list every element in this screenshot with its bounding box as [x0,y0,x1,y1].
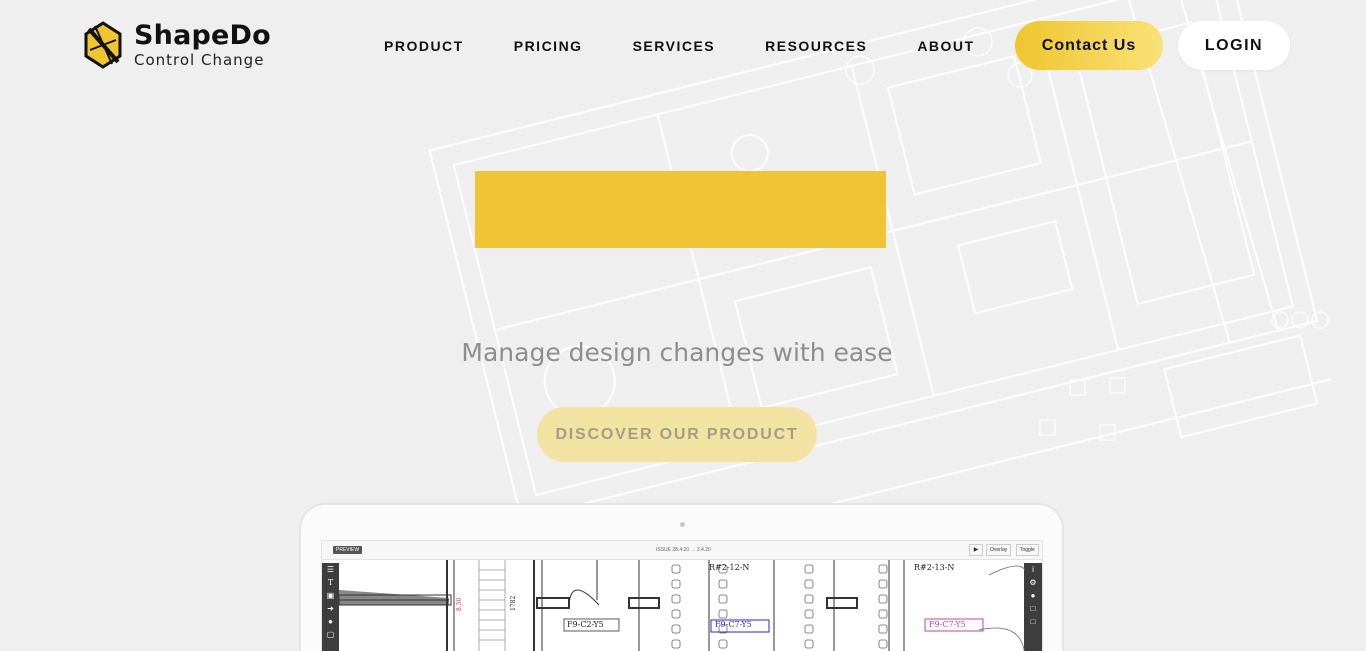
app-right-toolbar: i ⚙ ● □ □ [1024,563,1042,651]
app-topbar: PREVIEW ISSUE 28.4.20 → 3.4.20 ▶ Overlay… [322,541,1042,560]
settings-icon: ⚙ [1029,578,1037,587]
grid-tag-3: F9-C7-Y5 [929,620,966,629]
room-tag-1: R#2-12-N [709,563,750,572]
app-left-toolbar: ☰ T ▣ ➜ ● ▢ [322,563,339,651]
hero-subtitle: Manage design changes with ease [461,338,893,367]
pin-icon: ● [328,617,333,626]
site-header: ShapeDo Control Change PRODUCT PRICING S… [0,0,1366,90]
nav-item-about[interactable]: ABOUT [917,38,974,54]
arrow-icon: ➜ [327,604,334,613]
nav-item-pricing[interactable]: PRICING [514,38,583,54]
discover-product-button[interactable]: DISCOVER OUR PRODUCT [537,407,817,462]
play-icon: ▶ [969,544,983,556]
app-screenshot: PREVIEW ISSUE 28.4.20 → 3.4.20 ▶ Overlay… [321,540,1043,651]
image-icon: ▣ [326,591,335,600]
nav-item-product[interactable]: PRODUCT [384,38,464,54]
info-icon: i [1032,565,1034,574]
hero-title-placeholder [475,171,886,248]
room-tag-2: R#2-13-N [914,563,955,572]
logo-text: ShapeDo Control Change [134,20,271,70]
overlay-button: Overlay [986,544,1012,556]
dimension-label: 1782 [510,595,517,611]
layers-icon: ☰ [326,565,335,574]
contact-us-button[interactable]: Contact Us [1015,21,1163,70]
main-nav: PRODUCT PRICING SERVICES RESOURCES ABOUT [384,38,975,54]
grid-tag-1: F9-C2-Y5 [567,620,604,629]
app-badge: PREVIEW [333,546,363,554]
login-button[interactable]: LOGIN [1178,21,1290,70]
dimension-red-label: 8.50 [456,597,463,611]
help-icon: ● [1030,591,1036,600]
laptop-camera [680,522,685,527]
toggle-button: Toggle [1016,544,1039,556]
app-file-name: ISSUE 28.4.20 → 3.4.20 [656,547,711,553]
measure-icon: ▢ [326,630,335,639]
document-icon: □ [1030,604,1036,613]
laptop-mockup: PREVIEW ISSUE 28.4.20 → 3.4.20 ▶ Overlay… [299,503,1064,651]
nav-item-services[interactable]: SERVICES [633,38,716,54]
floor-plan-drawing [339,560,1025,651]
page-icon: □ [1030,617,1036,626]
nav-item-resources[interactable]: RESOURCES [765,38,867,54]
shapedo-logo-icon [84,21,122,69]
brand-logo[interactable]: ShapeDo Control Change [82,20,271,70]
brand-tagline: Control Change [134,51,265,69]
text-icon: T [327,578,334,587]
brand-name: ShapeDo [134,20,271,51]
grid-tag-2: F9-C7-Y5 [715,620,752,629]
